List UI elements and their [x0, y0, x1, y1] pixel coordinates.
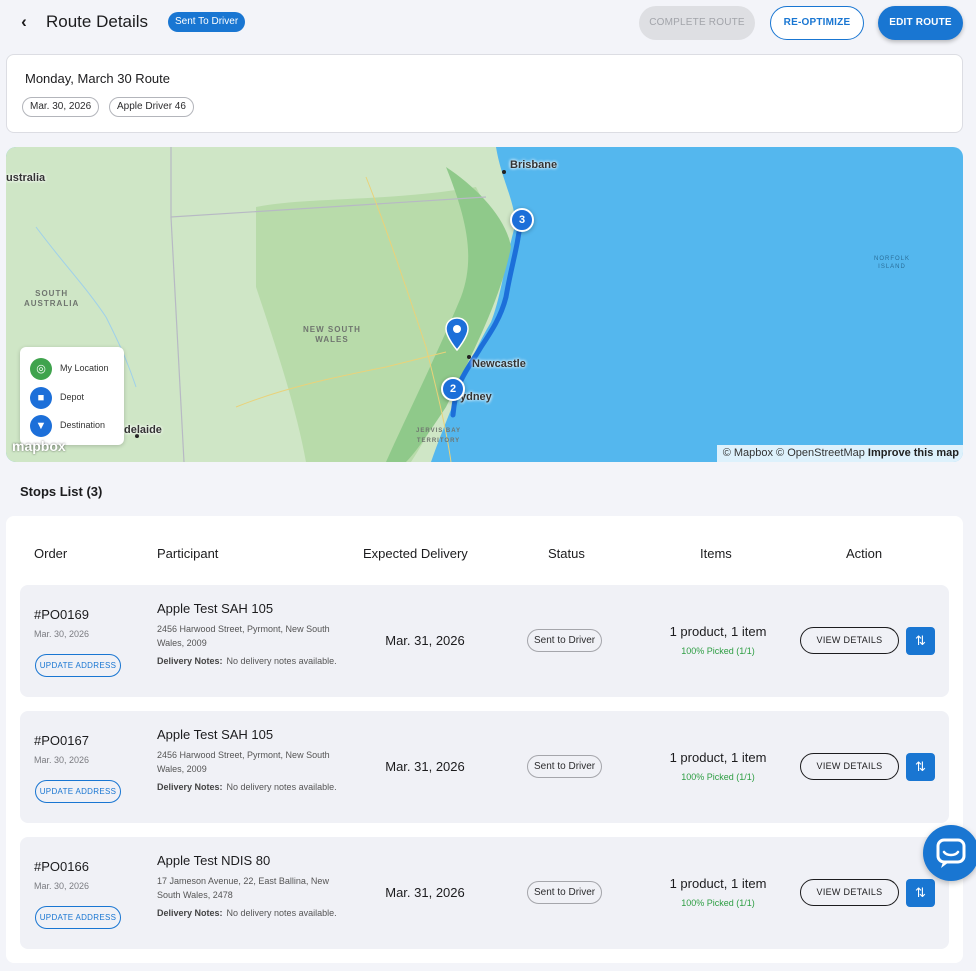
map-label-newcastle: Newcastle [472, 358, 526, 370]
stops-list-title: Stops List (3) [20, 484, 103, 499]
order-number: #PO0167 [34, 733, 89, 748]
legend-label: My Location [60, 363, 109, 373]
update-address-button[interactable]: UPDATE ADDRESS [35, 906, 121, 929]
delivery-notes: Delivery Notes: No delivery notes availab… [157, 780, 337, 794]
re-optimize-button[interactable]: RE-OPTIMIZE [770, 6, 864, 40]
legend-item-depot: ■ Depot [30, 387, 124, 409]
reorder-button[interactable]: ⇅ [906, 753, 935, 781]
order-date: Mar. 30, 2026 [34, 881, 90, 891]
participant-name: Apple Test NDIS 80 [157, 853, 271, 868]
items-summary: 1 product, 1 item [669, 876, 767, 891]
participant-name: Apple Test SAH 105 [157, 601, 274, 616]
swap-vertical-icon: ⇅ [915, 885, 926, 900]
map-label-nsw: NEW SOUTH WALES [303, 325, 361, 344]
legend-label: Destination [60, 420, 106, 430]
map-label-brisbane: Brisbane [510, 159, 558, 171]
stop-status-badge: Sent to Driver [527, 755, 603, 778]
map-terrain [6, 147, 524, 462]
map-marker-stop-2[interactable]: 2 [441, 377, 465, 401]
truck-icon: ■ [30, 387, 52, 409]
mapbox-logo[interactable]: mapbox [12, 438, 66, 454]
map-label-australia: ustralia [6, 172, 46, 184]
chat-bubble-icon [936, 838, 966, 868]
table-row: #PO0166 Mar. 30, 2026 UPDATE ADDRESS App… [20, 837, 949, 949]
stop-status-badge: Sent to Driver [527, 881, 603, 904]
update-address-button[interactable]: UPDATE ADDRESS [35, 780, 121, 803]
order-date: Mar. 30, 2026 [34, 755, 90, 765]
delivery-notes-text: No delivery notes available. [226, 656, 337, 666]
legend-item-destination: ▼ Destination [30, 415, 124, 437]
map-marker-stop-3[interactable]: 3 [510, 208, 534, 232]
pin-icon: ▼ [30, 415, 52, 437]
delivery-notes-label: Delivery Notes: [157, 908, 223, 918]
view-details-button[interactable]: VIEW DETAILS [800, 627, 899, 654]
view-details-button[interactable]: VIEW DETAILS [800, 753, 899, 780]
map-label-sydney: ydney [460, 391, 492, 403]
picked-progress: 100% Picked (1/1) [681, 646, 755, 656]
expected-delivery-date: Mar. 31, 2026 [385, 885, 465, 900]
participant-name: Apple Test SAH 105 [157, 727, 274, 742]
map-label-adelaide: delaide [124, 424, 162, 436]
attribution-text[interactable]: © Mapbox © OpenStreetMap [723, 447, 865, 459]
column-header-items: Items [700, 546, 732, 561]
route-date-chip: Mar. 30, 2026 [22, 97, 100, 117]
map-legend: ◎ My Location ■ Depot ▼ Destination [20, 347, 124, 445]
picked-progress: 100% Picked (1/1) [681, 898, 755, 908]
crosshair-icon: ◎ [30, 358, 52, 380]
chat-button[interactable] [923, 825, 976, 881]
items-summary: 1 product, 1 item [669, 750, 767, 765]
table-row: #PO0167 Mar. 30, 2026 UPDATE ADDRESS App… [20, 711, 949, 823]
route-driver-chip: Apple Driver 46 [109, 97, 194, 117]
delivery-notes-text: No delivery notes available. [226, 908, 337, 918]
order-date: Mar. 30, 2026 [34, 629, 90, 639]
participant-address: 2456 Harwood Street, Pyrmont, New South … [157, 624, 330, 648]
picked-progress: 100% Picked (1/1) [681, 772, 755, 782]
swap-vertical-icon: ⇅ [915, 759, 926, 774]
reorder-button[interactable]: ⇅ [906, 879, 935, 907]
map-attribution[interactable]: © Mapbox © OpenStreetMap Improve this ma… [716, 445, 963, 462]
order-number: #PO0166 [34, 859, 89, 874]
stops-table: Order Participant Expected Delivery Stat… [6, 516, 963, 963]
swap-vertical-icon: ⇅ [915, 633, 926, 648]
column-header-order: Order [34, 546, 68, 561]
delivery-notes: Delivery Notes: No delivery notes availab… [157, 654, 337, 668]
legend-item-my-location: ◎ My Location [30, 358, 124, 380]
route-info-card: Monday, March 30 Route Mar. 30, 2026 App… [6, 54, 963, 133]
chevron-left-icon: ‹ [21, 12, 27, 31]
order-number: #PO0169 [34, 607, 89, 622]
delivery-notes-text: No delivery notes available. [226, 782, 337, 792]
route-map[interactable]: ustralia SOUTH AUSTRALIA NEW SOUTH WALES… [6, 147, 963, 462]
participant-address: 17 Jameson Avenue, 22, East Ballina, New… [157, 876, 329, 900]
column-header-action: Action [846, 546, 883, 561]
map-label-norfolk-island: NORFOLK ISLAND [874, 256, 911, 270]
expected-delivery-date: Mar. 31, 2026 [385, 633, 465, 648]
participant-address: 2456 Harwood Street, Pyrmont, New South … [157, 750, 330, 774]
reorder-button[interactable]: ⇅ [906, 627, 935, 655]
table-row: #PO0169 Mar. 30, 2026 UPDATE ADDRESS App… [20, 585, 949, 697]
column-header-participant: Participant [157, 546, 219, 561]
view-details-button[interactable]: VIEW DETAILS [800, 879, 899, 906]
delivery-notes: Delivery Notes: No delivery notes availab… [157, 906, 337, 920]
update-address-button[interactable]: UPDATE ADDRESS [35, 654, 121, 677]
back-button[interactable]: ‹ [14, 11, 34, 33]
delivery-notes-label: Delivery Notes: [157, 656, 223, 666]
route-status-badge: Sent To Driver [168, 12, 246, 32]
column-header-expected-delivery: Expected Delivery [363, 546, 468, 561]
route-name: Monday, March 30 Route [25, 71, 170, 86]
page-header: ‹ Route Details Sent To Driver COMPLETE … [0, 0, 976, 46]
map-label-jervis-bay: JERVIS BAY TERRITORY [416, 428, 462, 444]
column-header-status: Status [548, 546, 585, 561]
improve-map-link[interactable]: Improve this map [868, 447, 959, 459]
stop-status-badge: Sent to Driver [527, 629, 603, 652]
items-summary: 1 product, 1 item [669, 624, 767, 639]
map-label-south-australia: SOUTH AUSTRALIA [24, 289, 80, 308]
delivery-notes-label: Delivery Notes: [157, 782, 223, 792]
expected-delivery-date: Mar. 31, 2026 [385, 759, 465, 774]
page-title: Route Details [46, 12, 149, 31]
edit-route-button[interactable]: EDIT ROUTE [878, 6, 963, 40]
destination-pin-icon[interactable] [445, 317, 469, 351]
legend-label: Depot [60, 392, 85, 402]
complete-route-button[interactable]: COMPLETE ROUTE [639, 6, 755, 40]
